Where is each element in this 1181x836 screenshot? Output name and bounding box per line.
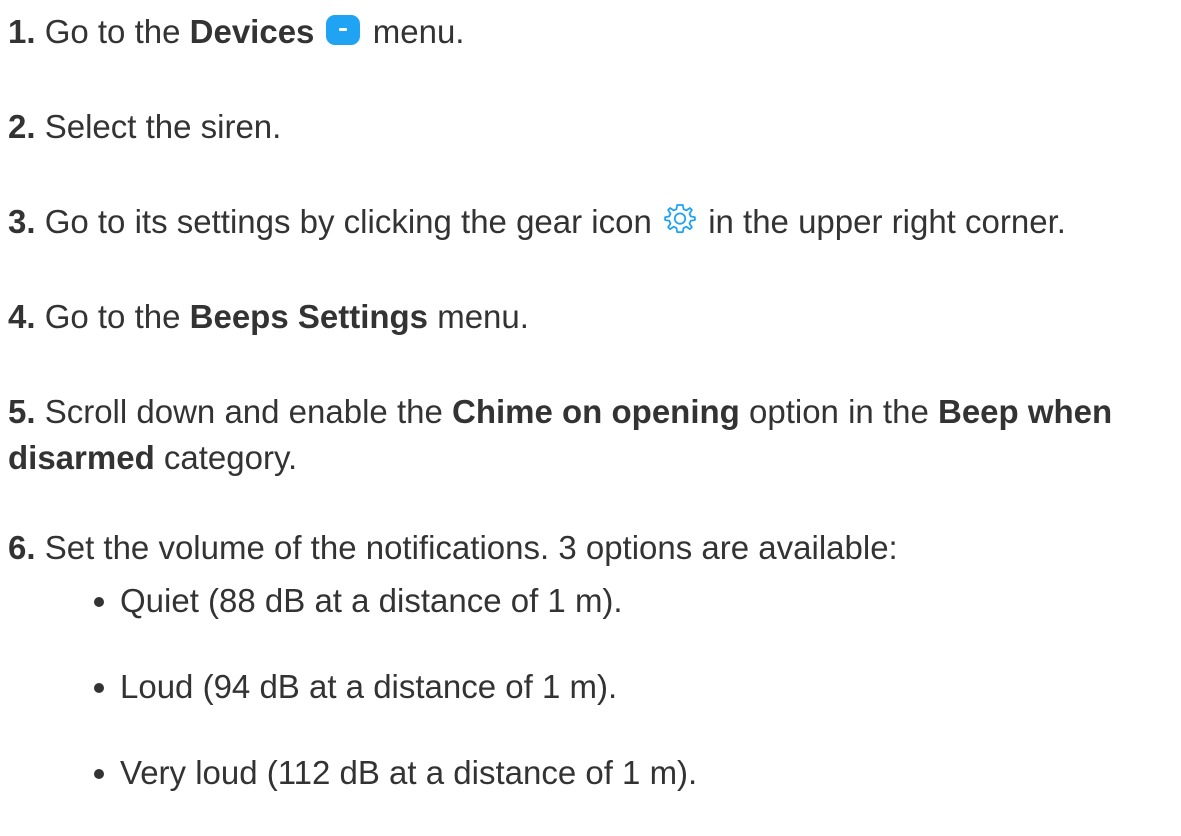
step-1: 1. Go to the Devices menu. <box>8 9 464 55</box>
step-number: 6. <box>8 529 36 566</box>
step-text: Set the volume of the notifications. 3 o… <box>44 529 898 566</box>
step-4: 4. Go to the Beeps Settings menu. <box>8 294 529 340</box>
list-item: Quiet (88 dB at a distance of 1 m). <box>94 578 697 624</box>
gear-icon <box>663 201 697 235</box>
step-text: Go to the <box>44 13 181 50</box>
step-text: menu. <box>437 298 529 335</box>
step-number: 3. <box>8 203 36 240</box>
list-item: Very loud (112 dB at a distance of 1 m). <box>94 750 697 796</box>
devices-icon <box>325 15 360 45</box>
step-2: 2. Select the siren. <box>8 104 281 150</box>
step-text: menu. <box>372 13 465 50</box>
step-text: Scroll down and enable the <box>44 393 443 430</box>
step-number: 1. <box>8 13 36 50</box>
step-number: 5. <box>8 393 36 430</box>
chime-on-opening-label: Chime on opening <box>452 393 740 430</box>
step-3: 3. Go to its settings by clicking the ge… <box>8 199 1066 245</box>
volume-options-list: Quiet (88 dB at a distance of 1 m). Loud… <box>94 578 697 836</box>
step-text: Select the siren. <box>44 108 282 145</box>
step-text: category. <box>163 439 298 476</box>
step-text: Go to its settings by clicking the gear … <box>44 203 652 240</box>
step-6: 6. Set the volume of the notifications. … <box>8 525 898 571</box>
devices-menu-label: Devices <box>189 13 315 50</box>
step-number: 4. <box>8 298 36 335</box>
beeps-settings-label: Beeps Settings <box>189 298 429 335</box>
step-text: option in the <box>749 393 929 430</box>
step-number: 2. <box>8 108 36 145</box>
step-text: in the upper right corner. <box>708 203 1066 240</box>
step-5: 5. Scroll down and enable the Chime on o… <box>8 389 1173 481</box>
list-item: Loud (94 dB at a distance of 1 m). <box>94 664 697 710</box>
step-text: Go to the <box>44 298 181 335</box>
